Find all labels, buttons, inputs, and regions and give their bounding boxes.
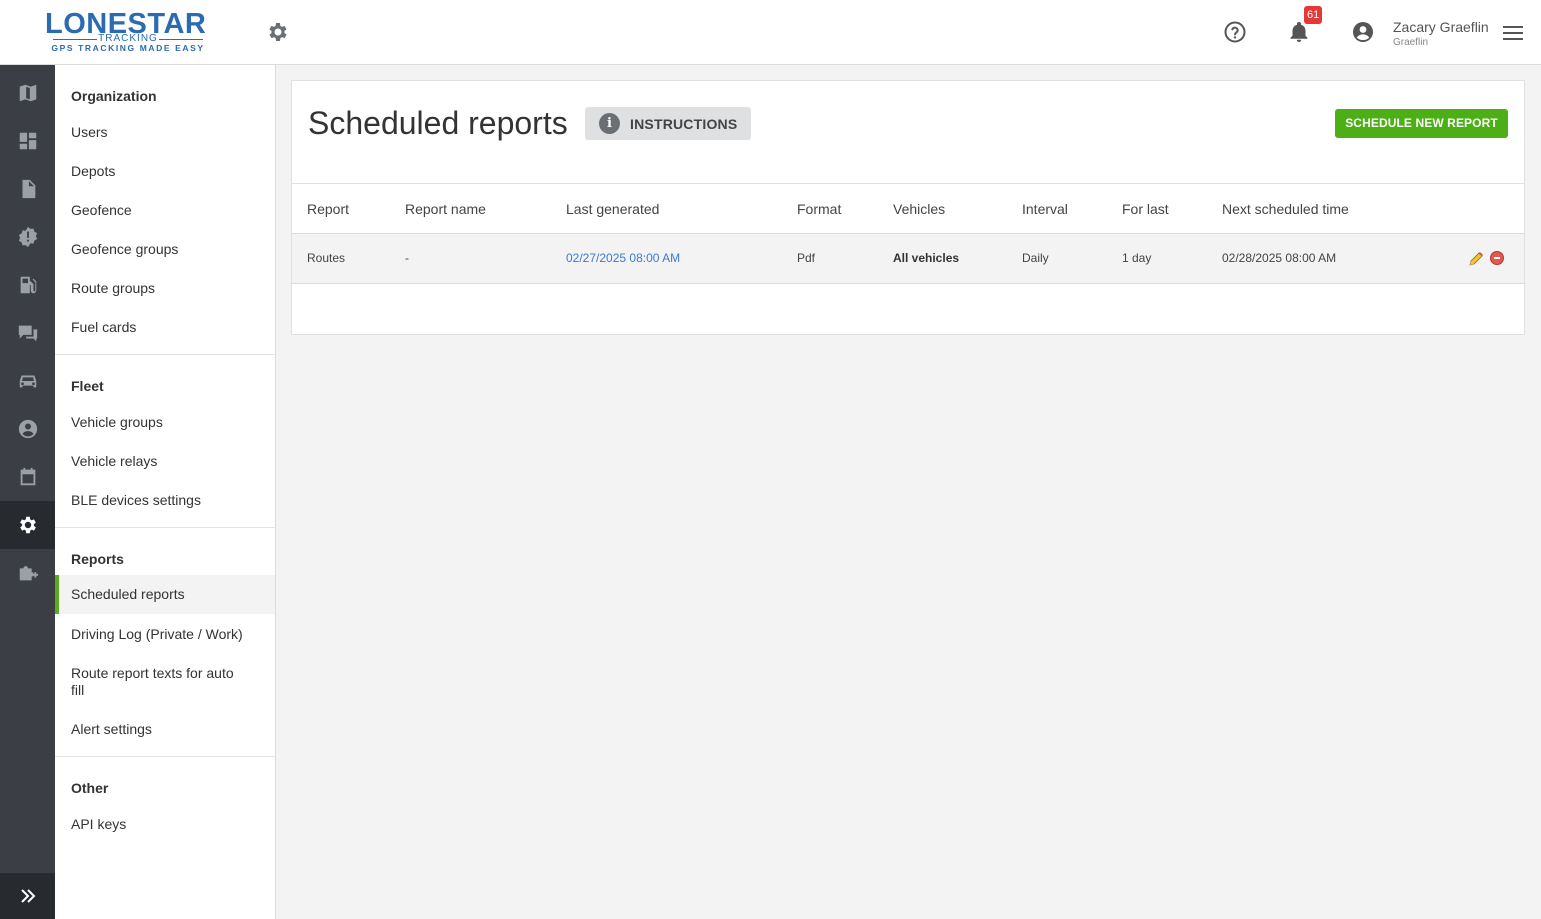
settings-gear-icon: [19, 516, 36, 534]
info-icon: i: [599, 113, 620, 134]
table-row[interactable]: Routes - 02/27/2025 08:00 AM Pdf All veh…: [292, 234, 1524, 284]
rail-messages[interactable]: [0, 309, 55, 357]
sidebar-item-geofence-groups[interactable]: Geofence groups: [55, 241, 275, 258]
document-icon: [22, 179, 35, 199]
user-organization: Graeflin: [1393, 37, 1429, 48]
schedule-new-report-button[interactable]: SCHEDULE NEW REPORT: [1335, 109, 1508, 138]
rail-dashboard[interactable]: [0, 117, 55, 165]
column-header-report-name[interactable]: Report name: [405, 201, 486, 217]
fuel-pump-icon: [20, 276, 36, 294]
sidebar-item-api-keys[interactable]: API keys: [55, 816, 275, 833]
section-heading-reports: Reports: [71, 551, 124, 567]
lonestar-logo[interactable]: LONESTAR TRACKING GPS TRACKING MADE EASY: [45, 10, 211, 54]
sidebar-item-fuel-cards[interactable]: Fuel cards: [55, 319, 275, 336]
section-divider: [55, 756, 275, 757]
sidebar-item-vehicle-groups[interactable]: Vehicle groups: [55, 414, 275, 431]
cell-next-scheduled-time: 02/28/2025 08:00 AM: [1222, 251, 1337, 265]
column-header-vehicles[interactable]: Vehicles: [893, 201, 945, 217]
sidebar-item-depots[interactable]: Depots: [55, 163, 275, 180]
sidebar-item-route-groups[interactable]: Route groups: [55, 280, 275, 297]
sidebar-item-route-report-texts[interactable]: Route report texts for auto fill: [55, 665, 255, 699]
delete-icon[interactable]: [1490, 251, 1504, 265]
section-heading-organization: Organization: [71, 88, 157, 104]
section-divider: [55, 527, 275, 528]
section-divider: [55, 354, 275, 355]
column-header-for-last[interactable]: For last: [1122, 201, 1169, 217]
sidebar-item-alert-settings[interactable]: Alert settings: [55, 721, 275, 738]
map-icon: [19, 84, 36, 102]
instructions-button[interactable]: i INSTRUCTIONS: [585, 107, 751, 140]
column-header-report[interactable]: Report: [307, 201, 349, 217]
column-header-interval[interactable]: Interval: [1022, 201, 1068, 217]
rail-drivers[interactable]: [0, 405, 55, 453]
calendar-icon: [20, 467, 35, 486]
top-bar: LONESTAR TRACKING GPS TRACKING MADE EASY…: [0, 0, 1541, 65]
sidebar-item-scheduled-reports[interactable]: Scheduled reports: [55, 575, 275, 614]
column-header-last-generated[interactable]: Last generated: [566, 201, 659, 217]
scheduled-reports-panel: Scheduled reports i INSTRUCTIONS SCHEDUL…: [291, 80, 1525, 335]
sidebar-item-ble-devices-settings[interactable]: BLE devices settings: [55, 492, 275, 509]
double-chevron-right-icon: [20, 889, 35, 903]
rail-alerts[interactable]: [0, 213, 55, 261]
cell-last-generated-link[interactable]: 02/27/2025 08:00 AM: [566, 251, 680, 265]
rail-fuel[interactable]: [0, 261, 55, 309]
table-header: Report Report name Last generated Format…: [292, 183, 1524, 234]
puzzle-plugin-icon: [19, 566, 38, 581]
instructions-label: INSTRUCTIONS: [630, 115, 738, 132]
sidebar-item-driving-log[interactable]: Driving Log (Private / Work): [55, 626, 275, 643]
rail-reports[interactable]: [0, 165, 55, 213]
edit-pencil-icon[interactable]: [1468, 251, 1484, 267]
column-header-format[interactable]: Format: [797, 201, 841, 217]
expand-sidebar-button[interactable]: [0, 873, 55, 919]
help-icon[interactable]: [1223, 20, 1247, 44]
chat-icon: [18, 325, 37, 342]
cell-report: Routes: [307, 251, 346, 265]
user-name[interactable]: Zacary Graeflin: [1393, 19, 1489, 35]
hamburger-menu-icon[interactable]: [1502, 22, 1524, 44]
logo-tagline: GPS TRACKING MADE EASY: [51, 43, 205, 53]
dashboard-icon: [19, 132, 36, 150]
cell-report-name: -: [405, 251, 409, 265]
section-heading-fleet: Fleet: [71, 378, 104, 394]
sidebar-item-vehicle-relays[interactable]: Vehicle relays: [55, 453, 275, 470]
rail-map[interactable]: [0, 69, 55, 117]
rail-vehicles[interactable]: [0, 357, 55, 405]
sidebar-item-users[interactable]: Users: [55, 124, 275, 141]
column-header-next-scheduled-time[interactable]: Next scheduled time: [1222, 201, 1349, 217]
car-icon: [19, 375, 36, 388]
notification-count-badge: 61: [1304, 6, 1323, 24]
cell-for-last: 1 day: [1122, 251, 1152, 265]
alert-badge-icon: [18, 226, 37, 248]
sidebar-item-geofence[interactable]: Geofence: [55, 202, 275, 219]
account-avatar-icon[interactable]: [1351, 20, 1375, 44]
rail-settings[interactable]: [0, 501, 55, 549]
cell-interval: Daily: [1022, 251, 1049, 265]
driver-person-icon: [18, 419, 37, 439]
rail-integrations[interactable]: [0, 549, 55, 597]
page-title: Scheduled reports: [308, 105, 568, 141]
rail-calendar[interactable]: [0, 453, 55, 501]
section-heading-other: Other: [71, 780, 109, 796]
cell-vehicles: All vehicles: [893, 251, 960, 265]
cell-format: Pdf: [797, 251, 816, 265]
icon-navigation-rail: [0, 65, 55, 919]
settings-gear-icon[interactable]: [266, 20, 290, 44]
settings-sidebar: Organization Users Depots Geofence Geofe…: [55, 65, 276, 919]
